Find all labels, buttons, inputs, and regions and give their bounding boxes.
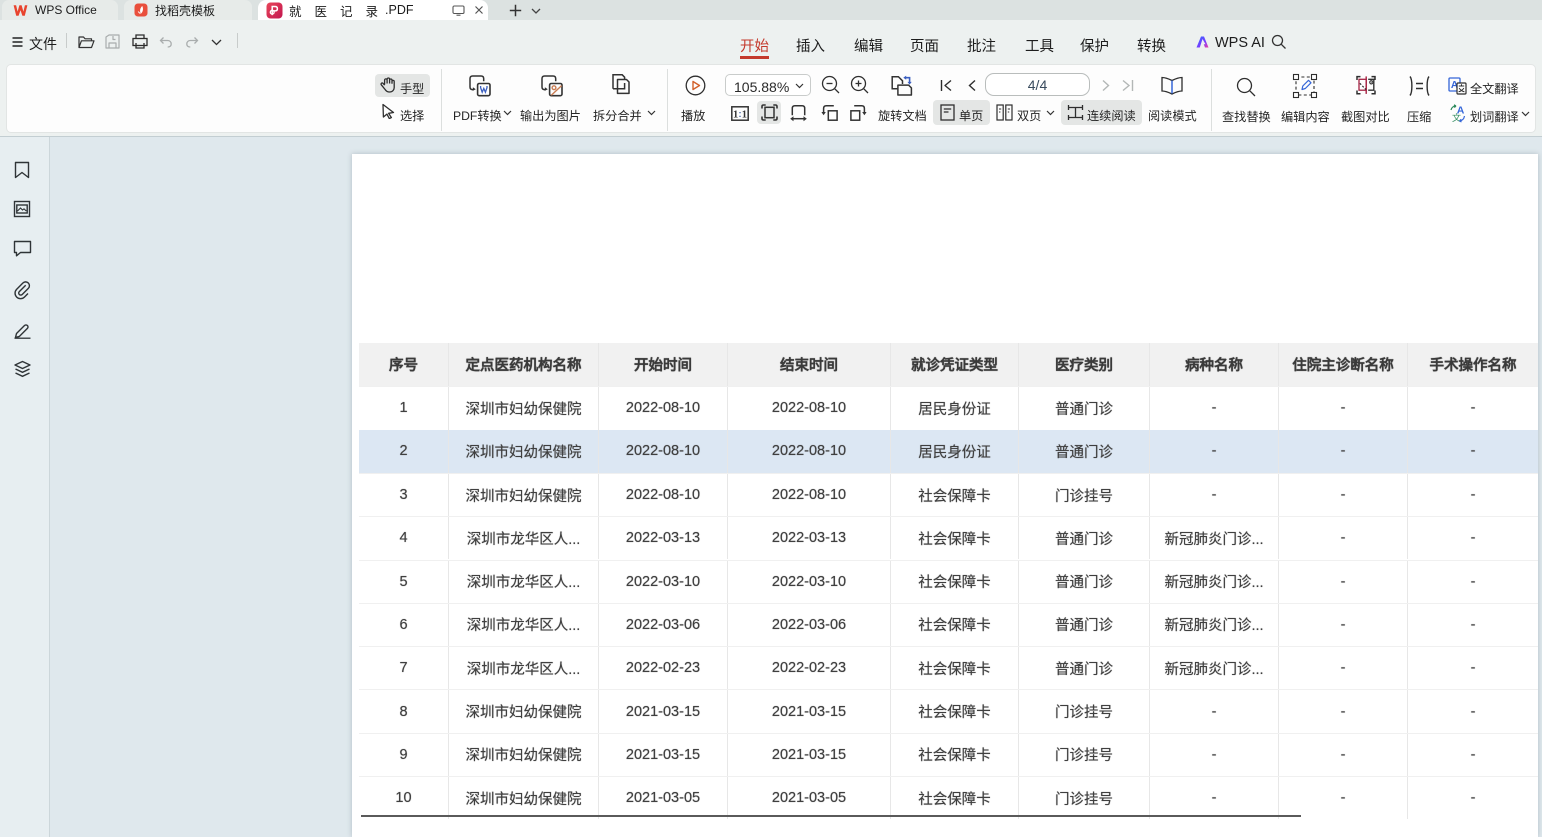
svg-text:1: 1: [733, 110, 738, 121]
svg-text:1: 1: [742, 110, 747, 121]
svg-text:A: A: [1457, 105, 1465, 117]
